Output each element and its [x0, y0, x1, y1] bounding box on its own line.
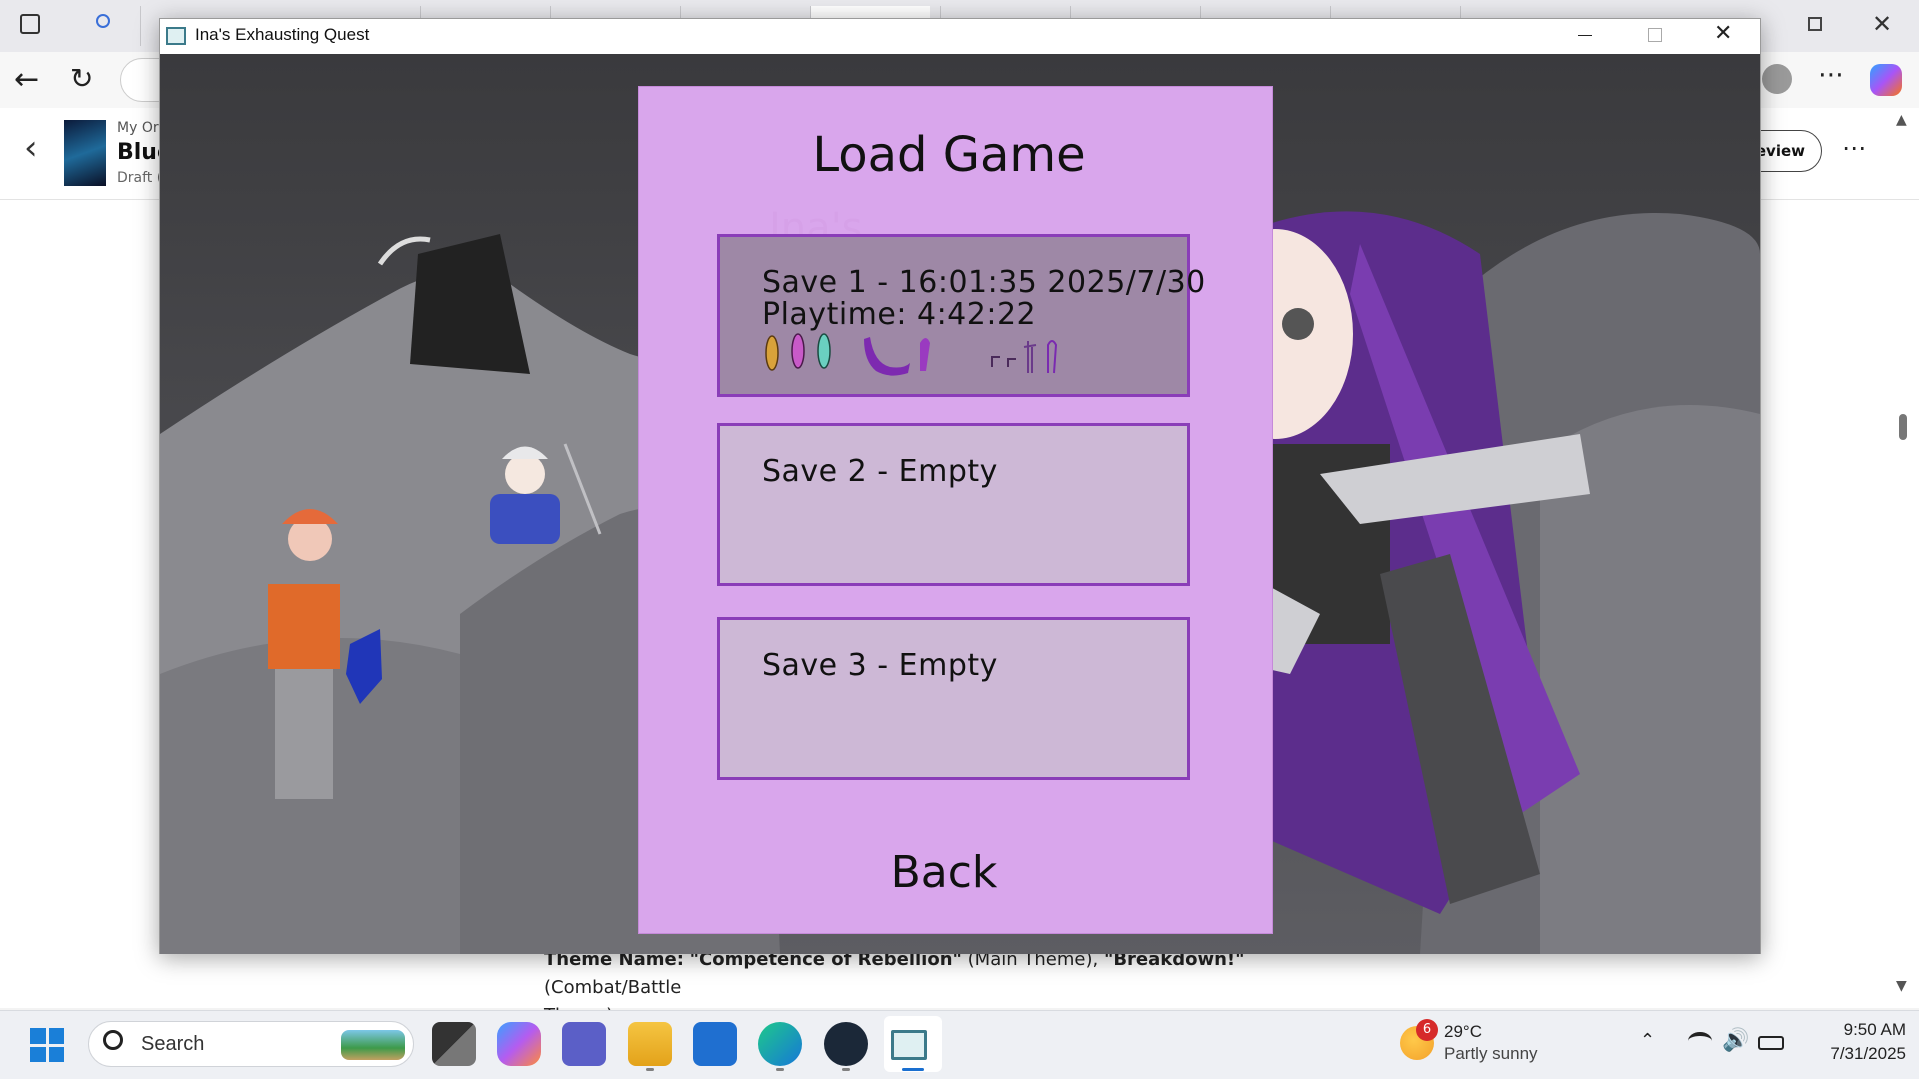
app-icon: [166, 27, 186, 45]
staff-icon-1: [991, 356, 1000, 367]
refresh-icon[interactable]: ↻: [70, 62, 93, 95]
copilot-taskbar-icon[interactable]: [497, 1022, 541, 1066]
clock-date[interactable]: 7/31/2025: [1800, 1044, 1906, 1064]
profile-avatar[interactable]: [1762, 64, 1792, 94]
page-scrollbar[interactable]: ▲ ▼: [1892, 112, 1914, 1002]
purple-tentacle-icon: [864, 337, 910, 376]
file-explorer-icon[interactable]: [628, 1022, 672, 1066]
wifi-icon[interactable]: [1688, 1032, 1712, 1050]
weather-desc: Partly sunny: [1444, 1044, 1538, 1063]
battery-icon[interactable]: [1758, 1036, 1784, 1050]
back-button[interactable]: Back: [829, 847, 1059, 907]
save-slot-1-info: Save 1 - 16:01:35 2025/7/30: [762, 265, 1206, 300]
save-slot-2[interactable]: Save 2 - Empty: [717, 423, 1190, 586]
collected-items-icons: [765, 333, 1058, 376]
doc-status: Draft (: [117, 170, 163, 186]
load-game-title: Load Game: [812, 127, 1086, 183]
search-placeholder: Search: [141, 1033, 205, 1055]
save-slot-3-info: Save 3 - Empty: [762, 648, 998, 683]
scroll-up-icon[interactable]: ▲: [1896, 112, 1907, 128]
minimize-icon[interactable]: [1578, 35, 1592, 36]
doc-breadcrumb[interactable]: My Ori: [117, 120, 162, 136]
running-indicator: [776, 1068, 784, 1071]
staff-icon-4: [1047, 340, 1058, 374]
combat-theme-text: (Combat/Battle: [544, 977, 682, 998]
edge-icon[interactable]: [758, 1022, 802, 1066]
store-icon[interactable]: [693, 1022, 737, 1066]
game-canvas: Ina's Load Game Save 1 - 16:01:35 2025/7…: [160, 54, 1760, 954]
save-slot-3[interactable]: Save 3 - Empty: [717, 617, 1190, 780]
search-tabs-icon[interactable]: [96, 14, 110, 28]
close-browser-icon[interactable]: ✕: [1872, 10, 1892, 38]
window-title: Ina's Exhausting Quest: [195, 25, 370, 44]
save-slot-1[interactable]: Save 1 - 16:01:35 2025/7/30 Playtime: 4:…: [717, 234, 1205, 397]
start-tile: [30, 1046, 46, 1062]
save-slot-2-info: Save 2 - Empty: [762, 454, 998, 489]
clock-time[interactable]: 9:50 AM: [1810, 1020, 1906, 1040]
running-indicator: [842, 1068, 850, 1071]
staff-icon-3: [1023, 341, 1037, 373]
scroll-down-icon[interactable]: ▼: [1896, 978, 1907, 994]
tab-actions-icon[interactable]: [20, 14, 40, 34]
game-app-icon[interactable]: [891, 1030, 927, 1060]
purple-figure-icon: [920, 338, 930, 371]
steam-icon[interactable]: [824, 1022, 868, 1066]
start-tile: [48, 1046, 64, 1062]
active-indicator: [902, 1068, 924, 1071]
orange-crystal-icon: [765, 335, 779, 371]
staff-icon-2: [1007, 358, 1016, 367]
search-icon: [103, 1030, 123, 1050]
back-chevron-icon[interactable]: ‹: [24, 128, 38, 168]
taskbar-search-box[interactable]: Search: [88, 1021, 414, 1067]
back-label: Back: [890, 847, 998, 898]
restore-window-icon[interactable]: [1808, 17, 1822, 31]
show-hidden-icons[interactable]: ⌃: [1640, 1030, 1655, 1051]
maximize-icon[interactable]: [1648, 28, 1662, 42]
copilot-icon[interactable]: [1870, 64, 1902, 96]
document-thumbnail: [64, 120, 106, 186]
volume-icon[interactable]: 🔊: [1722, 1028, 1749, 1053]
load-game-panel: Ina's Load Game Save 1 - 16:01:35 2025/7…: [638, 86, 1273, 934]
window-titlebar[interactable]: Ina's Exhausting Quest ✕: [160, 19, 1760, 54]
scroll-thumb[interactable]: [1899, 414, 1907, 440]
game-window: Ina's Exhausting Quest ✕ Ina's Load Game…: [159, 18, 1761, 954]
teams-icon[interactable]: [562, 1022, 606, 1066]
weather-widget[interactable]: 6 29°C Partly sunny: [1400, 1018, 1560, 1068]
close-icon[interactable]: ✕: [1714, 21, 1732, 46]
weather-badge: 6: [1416, 1019, 1438, 1041]
start-tile: [48, 1028, 64, 1044]
task-view-icon[interactable]: [432, 1022, 476, 1066]
pink-crystal-icon: [791, 333, 805, 369]
browser-menu-icon[interactable]: ⋯: [1818, 60, 1844, 90]
weather-temp: 29°C: [1444, 1022, 1482, 1041]
save-slot-1-playtime: Playtime: 4:42:22: [762, 297, 1037, 332]
running-indicator: [646, 1068, 654, 1071]
search-highlight-icon: [341, 1030, 405, 1060]
teal-crystal-icon: [817, 333, 831, 369]
start-tile: [30, 1028, 46, 1044]
back-arrow-icon[interactable]: ←: [14, 62, 39, 97]
more-options-icon[interactable]: ⋯: [1842, 134, 1866, 162]
start-icon[interactable]: [30, 1028, 64, 1062]
